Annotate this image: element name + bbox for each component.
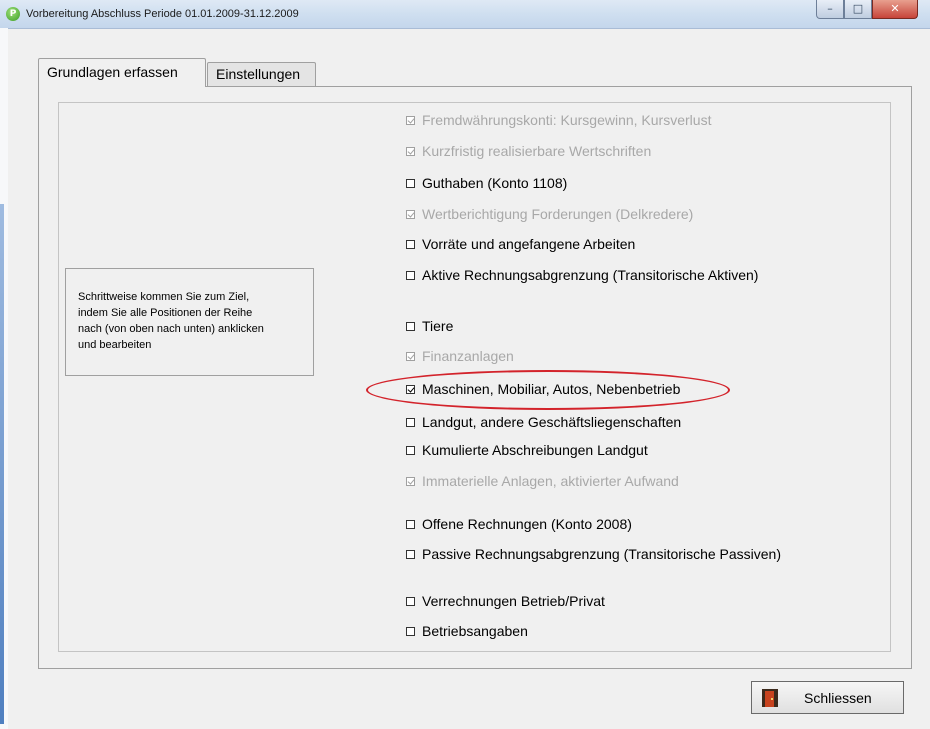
- checkbox[interactable]: [406, 239, 415, 249]
- checkbox-label: Landgut, andere Geschäftsliegenschaften: [422, 414, 682, 430]
- checkbox-item-kumulierte-abschreibungen[interactable]: Kumulierte Abschreibungen Landgut: [406, 440, 648, 460]
- hint-line: nach (von oben nach unten) anklicken: [78, 323, 264, 335]
- checkbox-label: Kurzfristig realisierbare Wertschriften: [422, 143, 652, 159]
- checkbox[interactable]: [406, 519, 415, 529]
- tab-einstellungen[interactable]: Einstellungen: [207, 62, 316, 86]
- checkbox[interactable]: [406, 626, 415, 636]
- checkbox-item-wertberichtigung: Wertberichtigung Forderungen (Delkredere…: [406, 204, 693, 224]
- checkbox-label: Guthaben (Konto 1108): [422, 175, 568, 191]
- schliessen-button-label: Schliessen: [804, 689, 872, 706]
- hint-box: Schrittweise kommen Sie zum Ziel, indem …: [65, 268, 314, 376]
- schliessen-button[interactable]: Schliessen: [751, 681, 904, 714]
- checkbox-label: Verrechnungen Betrieb/Privat: [422, 593, 605, 609]
- checkbox-item-wertschriften: Kurzfristig realisierbare Wertschriften: [406, 141, 651, 161]
- checkbox-label: Passive Rechnungsabgrenzung (Transitoris…: [422, 546, 781, 562]
- checkbox[interactable]: [406, 417, 415, 427]
- tab-label: Einstellungen: [216, 66, 301, 82]
- exit-door-icon: [762, 688, 778, 707]
- checkbox[interactable]: [406, 445, 415, 455]
- title-bar[interactable]: P Vorbereitung Abschluss Periode 01.01.2…: [0, 0, 930, 29]
- checkbox-label: Vorräte und angefangene Arbeiten: [422, 236, 636, 252]
- caption-buttons: – □ ✕: [816, 0, 918, 20]
- checkbox-item-offene-rechnungen[interactable]: Offene Rechnungen (Konto 2008): [406, 514, 632, 534]
- checkbox-label: Immaterielle Anlagen, aktivierter Aufwan…: [422, 473, 679, 489]
- checkbox-item-passive-rechnungsabgrenzung[interactable]: Passive Rechnungsabgrenzung (Transitoris…: [406, 544, 781, 564]
- checkbox-item-tiere[interactable]: Tiere: [406, 316, 453, 336]
- checkbox-item-betriebsangaben[interactable]: Betriebsangaben: [406, 621, 528, 641]
- checkbox-item-immaterielle-anlagen: Immaterielle Anlagen, aktivierter Aufwan…: [406, 471, 679, 491]
- checkbox-label: Tiere: [422, 318, 454, 334]
- hint-line: indem Sie alle Positionen der Reihe: [78, 307, 253, 319]
- maximize-button[interactable]: □: [844, 0, 872, 19]
- window-title: Vorbereitung Abschluss Periode 01.01.200…: [26, 8, 299, 20]
- checkbox[interactable]: [406, 321, 415, 331]
- checkbox-item-verrechnungen[interactable]: Verrechnungen Betrieb/Privat: [406, 591, 605, 611]
- dialog-window: P Vorbereitung Abschluss Periode 01.01.2…: [0, 0, 930, 729]
- checkbox-label: Aktive Rechnungsabgrenzung (Transitorisc…: [422, 267, 759, 283]
- checkbox-item-finanzanlagen: Finanzanlagen: [406, 346, 514, 366]
- checkbox[interactable]: [406, 270, 415, 280]
- close-window-button[interactable]: ✕: [872, 0, 918, 19]
- checkbox[interactable]: [406, 178, 415, 188]
- background-window-edge: [0, 28, 8, 729]
- checkbox-label: Finanzanlagen: [422, 348, 514, 364]
- checkbox: [406, 476, 415, 486]
- hint-line: Schrittweise kommen Sie zum Ziel,: [78, 291, 250, 303]
- checkbox[interactable]: [406, 596, 415, 606]
- tab-label: Grundlagen erfassen: [47, 64, 178, 80]
- minimize-button[interactable]: –: [816, 0, 844, 19]
- checkbox: [406, 209, 415, 219]
- checkbox: [406, 146, 415, 156]
- highlight-annotation: [366, 370, 730, 410]
- hint-line: und bearbeiten: [78, 339, 152, 351]
- checkbox-item-guthaben[interactable]: Guthaben (Konto 1108): [406, 173, 567, 193]
- tab-grundlagen-erfassen[interactable]: Grundlagen erfassen: [38, 58, 206, 87]
- background-window-accent: [0, 204, 4, 724]
- checkbox-label: Offene Rechnungen (Konto 2008): [422, 516, 632, 532]
- checkbox-label: Kumulierte Abschreibungen Landgut: [422, 442, 648, 458]
- checkbox-item-aktive-rechnungsabgrenzung[interactable]: Aktive Rechnungsabgrenzung (Transitorisc…: [406, 265, 758, 285]
- checkbox-item-fremdwaehrungskonti: Fremdwährungskonti: Kursgewinn, Kursverl…: [406, 110, 711, 130]
- checkbox-label: Betriebsangaben: [422, 623, 528, 639]
- checkbox-item-vorraete[interactable]: Vorräte und angefangene Arbeiten: [406, 234, 635, 254]
- app-logo-icon: P: [6, 7, 20, 21]
- checkbox-label: Fremdwährungskonti: Kursgewinn, Kursverl…: [422, 112, 712, 128]
- checkbox: [406, 351, 415, 361]
- checkbox-item-landgut[interactable]: Landgut, andere Geschäftsliegenschaften: [406, 412, 681, 432]
- checkbox-label: Wertberichtigung Forderungen (Delkredere…: [422, 206, 694, 222]
- checkbox: [406, 115, 415, 125]
- checkbox[interactable]: [406, 549, 415, 559]
